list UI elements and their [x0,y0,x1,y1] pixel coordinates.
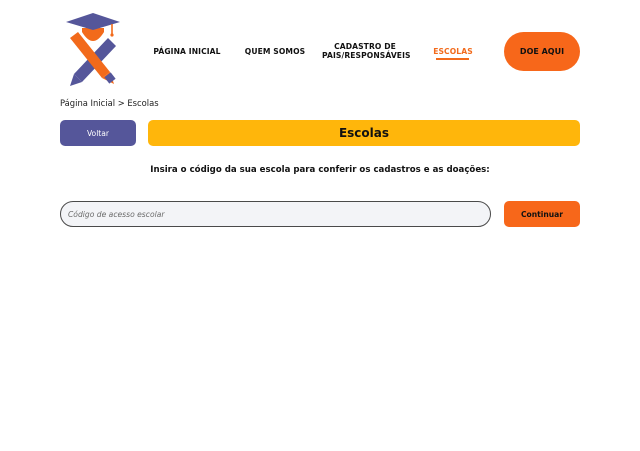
back-button[interactable]: Voltar [60,120,136,146]
breadcrumb: Página Inicial > Escolas [60,98,159,108]
nav-about[interactable]: QUEM SOMOS [244,47,306,56]
page-title: Escolas [148,120,580,146]
nav-active-underline [436,58,469,60]
nav-schools[interactable]: ESCOLAS [430,47,476,56]
continue-button[interactable]: Continuar [504,201,580,227]
school-code-input[interactable] [60,201,491,227]
schools-page: PÁGINA INICIAL QUEM SOMOS CADASTRO DE PA… [0,0,640,451]
donate-button[interactable]: DOE AQUI [504,32,580,71]
nav-register-line2: PAIS/RESPONSÁVEIS [322,51,411,60]
instruction-text: Insira o código da sua escola para confe… [150,165,490,175]
logo-icon[interactable] [62,10,124,88]
nav-parents-registration[interactable]: CADASTRO DE PAIS/RESPONSÁVEIS [322,42,411,60]
nav-register-line1: CADASTRO DE [334,42,396,51]
nav-home[interactable]: PÁGINA INICIAL [150,47,224,56]
